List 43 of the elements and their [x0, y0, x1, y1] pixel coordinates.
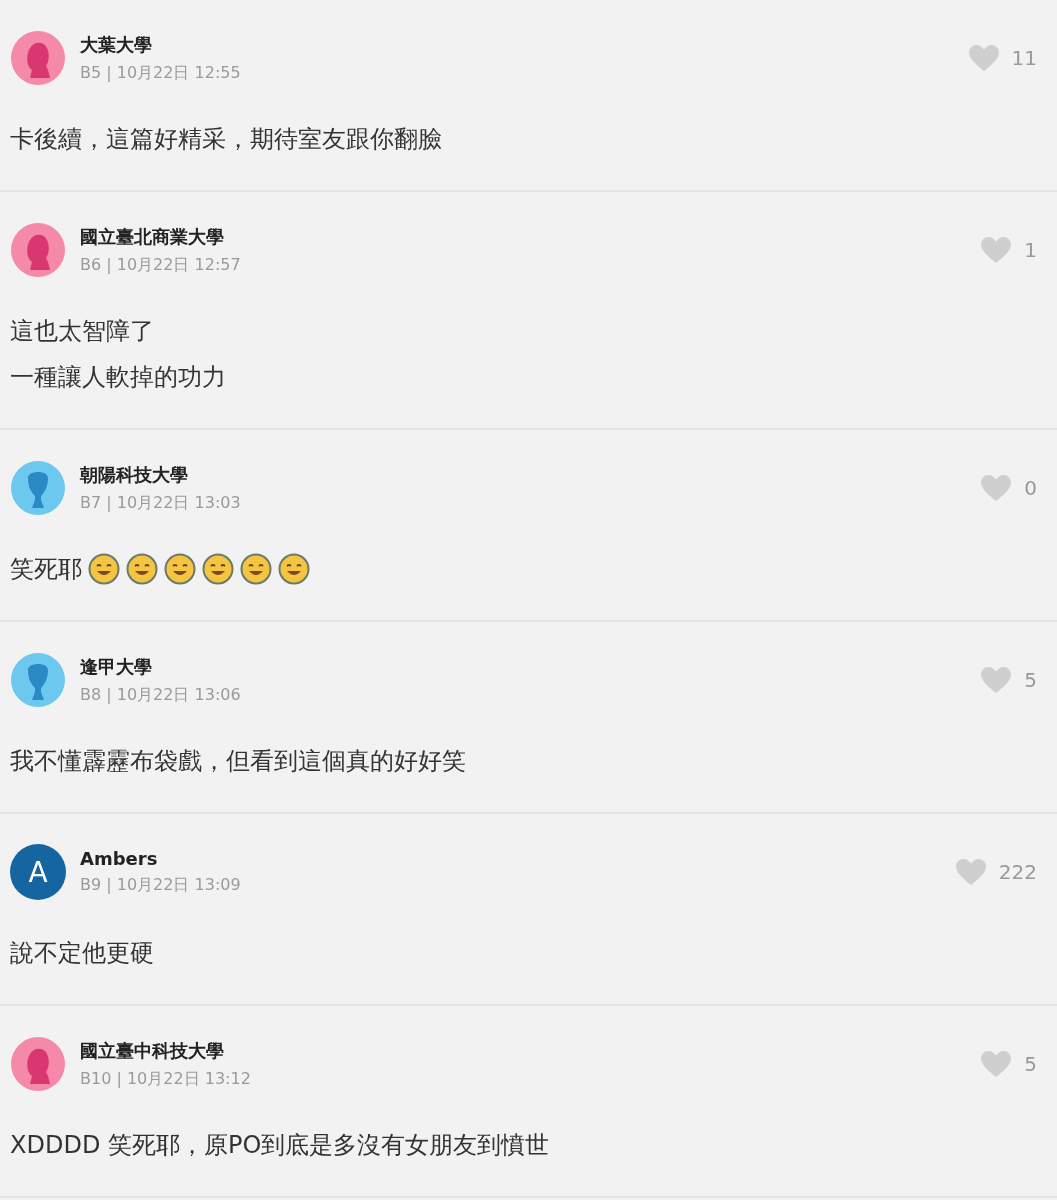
- comment-text: 我不懂霹靂布袋戲，但看到這個真的好好笑: [10, 746, 466, 777]
- comment-text: 一種讓人軟掉的功力: [10, 362, 226, 393]
- author-name[interactable]: 國立臺北商業大學: [80, 224, 955, 249]
- smiley-icon: [240, 553, 272, 585]
- author-name[interactable]: 逢甲大學: [80, 654, 955, 679]
- avatar-icon: [10, 460, 66, 516]
- comment-text: 卡後續，這篇好精采，期待室友跟你翻臉: [10, 124, 442, 155]
- comment-text: 說不定他更硬: [10, 938, 154, 969]
- author-name[interactable]: 國立臺中科技大學: [80, 1038, 955, 1063]
- like-count: 5: [1024, 668, 1037, 692]
- post-meta: B5 | 10月22日 12:55: [80, 62, 242, 84]
- post-meta: B8 | 10月22日 13:06: [80, 684, 242, 706]
- post-meta: B6 | 10月22日 12:57: [80, 254, 242, 276]
- avatar: A: [10, 844, 66, 900]
- smiley-icon: [88, 553, 120, 585]
- like-count: 0: [1024, 476, 1037, 500]
- post-meta: B10 | 10月22日 13:12: [80, 1068, 252, 1090]
- smiley-icon: [278, 553, 310, 585]
- heart-icon[interactable]: [954, 858, 987, 886]
- comment-text: 笑死耶: [10, 554, 82, 585]
- post-meta: B7 | 10月22日 13:03: [80, 492, 242, 514]
- comment-text: 這也太智障了: [10, 316, 154, 347]
- avatar-icon: [10, 1036, 66, 1092]
- avatar-icon: [10, 652, 66, 708]
- author-name[interactable]: 朝陽科技大學: [80, 462, 955, 487]
- avatar-icon: [10, 30, 66, 86]
- author-name[interactable]: Ambers: [80, 848, 955, 869]
- post-meta: B9 | 10月22日 13:09: [80, 875, 242, 896]
- comment-text: XDDDD 笑死耶，原PO到底是多沒有女朋友到憤世: [10, 1130, 550, 1161]
- like-count: 11: [1011, 46, 1037, 70]
- heart-icon[interactable]: [980, 474, 1013, 502]
- smiley-icon: [126, 553, 158, 585]
- smiley-icon: [202, 553, 234, 585]
- smiley-icon: [164, 553, 196, 585]
- avatar-icon: [10, 222, 66, 278]
- heart-icon[interactable]: [980, 666, 1013, 694]
- like-count: 5: [1024, 1052, 1037, 1076]
- heart-icon[interactable]: [967, 44, 1000, 72]
- like-count: 1: [1024, 238, 1037, 262]
- author-name[interactable]: 大葉大學: [80, 32, 955, 57]
- like-count: 222: [998, 860, 1037, 884]
- heart-icon[interactable]: [980, 1050, 1013, 1078]
- heart-icon[interactable]: [980, 236, 1013, 264]
